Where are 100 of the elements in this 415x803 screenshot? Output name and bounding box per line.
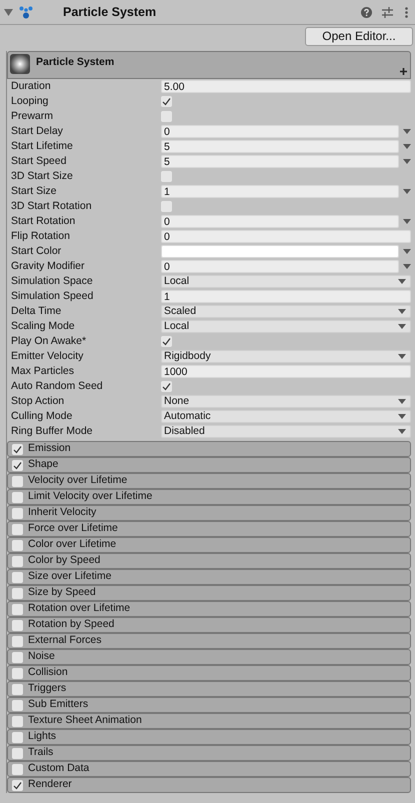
checkbox[interactable] (161, 171, 172, 182)
caret-icon[interactable] (403, 249, 411, 254)
checkbox[interactable] (161, 111, 172, 122)
dropdown[interactable]: None (161, 395, 411, 408)
property-label: 3D Start Rotation (11, 198, 93, 214)
property-label: Ring Buffer Mode (11, 424, 94, 439)
checkbox[interactable] (12, 652, 23, 662)
caret-icon[interactable] (403, 159, 411, 164)
module-header[interactable]: Trails (7, 745, 411, 761)
caret-icon[interactable] (403, 264, 411, 269)
module-header[interactable]: Emission (7, 441, 411, 457)
checkbox[interactable] (12, 780, 23, 790)
dropdown[interactable]: Disabled (161, 425, 411, 438)
input-field[interactable]: 1000 (161, 365, 411, 378)
checkbox[interactable] (161, 201, 172, 212)
module-header[interactable]: Color over Lifetime (7, 537, 411, 553)
input-field[interactable]: 5.00 (161, 80, 411, 93)
module-header[interactable]: Triggers (7, 681, 411, 697)
sliders-icon[interactable] (382, 6, 393, 18)
input-field[interactable]: 5 (161, 155, 399, 168)
color-swatch[interactable] (161, 245, 399, 258)
caret-icon (398, 354, 406, 359)
input-field[interactable]: 0 (161, 260, 399, 273)
module-header[interactable]: Rotation by Speed (7, 617, 411, 633)
property-label: Culling Mode (11, 408, 74, 424)
plus-icon[interactable] (400, 68, 407, 75)
module-header[interactable]: Noise (7, 649, 411, 665)
module-header[interactable]: Inherit Velocity (7, 505, 411, 521)
checkbox[interactable] (12, 460, 23, 470)
module-title: Lights (28, 729, 56, 744)
checkbox[interactable] (12, 588, 23, 598)
property-label: Stop Action (11, 394, 66, 409)
module-title: Noise (28, 649, 55, 664)
module-header[interactable]: Lights (7, 729, 411, 745)
checkbox[interactable] (12, 444, 23, 454)
property-label: Flip Rotation (11, 228, 71, 244)
input-field[interactable]: 0 (161, 230, 411, 243)
checkbox[interactable] (12, 620, 23, 630)
component-title: Particle System (63, 4, 158, 21)
property-label: 3D Start Size (11, 168, 74, 184)
module-header[interactable]: Limit Velocity over Lifetime (7, 489, 411, 505)
input-field[interactable]: 1 (161, 185, 399, 198)
dropdown[interactable]: Local (161, 275, 411, 288)
caret-icon[interactable] (403, 189, 411, 194)
checkbox[interactable] (161, 336, 172, 347)
dropdown[interactable]: Rigidbody (161, 350, 411, 363)
checkbox[interactable] (12, 572, 23, 582)
checkbox[interactable] (12, 492, 23, 502)
module-header[interactable]: Velocity over Lifetime (7, 473, 411, 489)
checkbox[interactable] (161, 381, 172, 392)
module-title: Texture Sheet Animation (28, 713, 142, 728)
checkbox[interactable] (12, 604, 23, 614)
module-title: Custom Data (28, 761, 90, 776)
checkbox[interactable] (12, 636, 23, 646)
checkbox[interactable] (12, 524, 23, 534)
caret-icon (398, 309, 406, 314)
module-header[interactable]: Size by Speed (7, 585, 411, 601)
open-editor-button[interactable]: Open Editor... (305, 26, 413, 46)
input-field[interactable]: 1 (161, 290, 411, 303)
module-title: External Forces (28, 633, 102, 648)
module-header[interactable]: Texture Sheet Animation (7, 713, 411, 729)
module-header[interactable]: Force over Lifetime (7, 521, 411, 537)
checkbox[interactable] (12, 732, 23, 742)
module-header[interactable]: Collision (7, 665, 411, 681)
module-header[interactable]: Size over Lifetime (7, 569, 411, 585)
caret-icon[interactable] (403, 129, 411, 134)
foldout-arrow-icon[interactable] (4, 8, 13, 16)
property-label: Delta Time (11, 304, 62, 319)
checkbox[interactable] (12, 684, 23, 694)
property-label: Simulation Space (11, 274, 94, 289)
checkbox[interactable] (12, 668, 23, 678)
checkbox[interactable] (161, 96, 172, 107)
module-header[interactable]: Renderer (7, 777, 411, 793)
checkbox[interactable] (12, 540, 23, 550)
more-menu-icon[interactable] (405, 6, 408, 18)
caret-icon[interactable] (403, 219, 411, 224)
checkbox[interactable] (12, 700, 23, 710)
dropdown[interactable]: Scaled (161, 305, 411, 318)
input-field[interactable]: 5 (161, 140, 399, 153)
input-field[interactable]: 0 (161, 125, 399, 138)
caret-icon[interactable] (403, 144, 411, 149)
checkbox[interactable] (12, 556, 23, 566)
checkbox[interactable] (12, 764, 23, 774)
module-header[interactable]: Sub Emitters (7, 697, 411, 713)
module-header[interactable]: Rotation over Lifetime (7, 601, 411, 617)
module-title: Color over Lifetime (28, 537, 116, 552)
help-icon[interactable] (361, 6, 372, 18)
checkbox[interactable] (12, 716, 23, 726)
property-label: Auto Random Seed (11, 378, 104, 394)
module-header[interactable]: Shape (7, 457, 411, 473)
module-header[interactable]: External Forces (7, 633, 411, 649)
module-header[interactable]: Color by Speed (7, 553, 411, 569)
module-header[interactable]: Custom Data (7, 761, 411, 777)
checkbox[interactable] (12, 508, 23, 518)
dropdown[interactable]: Automatic (161, 410, 411, 423)
dropdown[interactable]: Local (161, 320, 411, 333)
input-field[interactable]: 0 (161, 215, 399, 228)
module-title: Shape (28, 457, 58, 472)
checkbox[interactable] (12, 748, 23, 758)
checkbox[interactable] (12, 476, 23, 486)
